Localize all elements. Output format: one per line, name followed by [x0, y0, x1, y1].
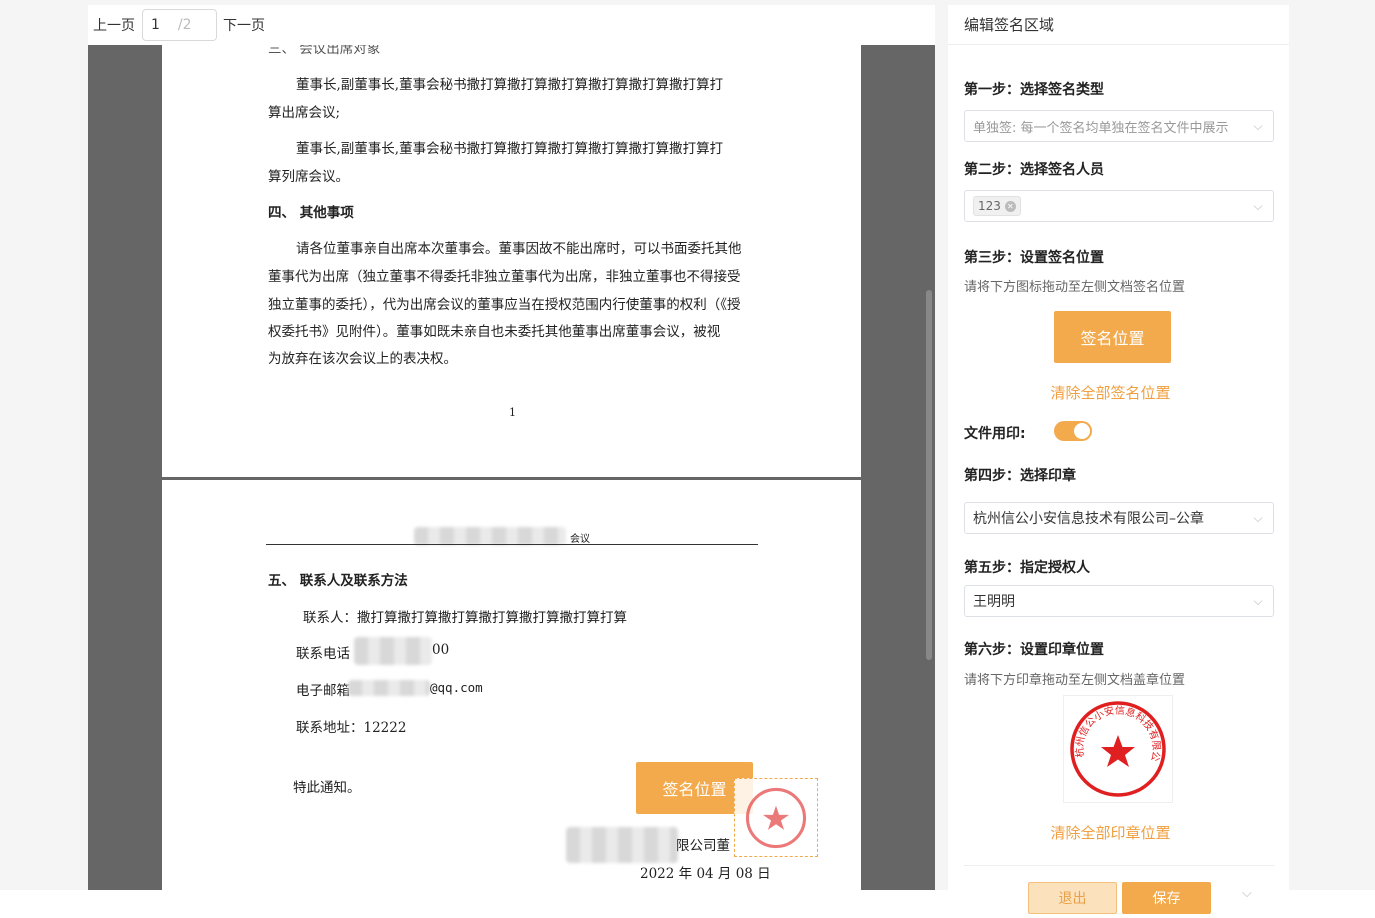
signer-tag-label: 123: [978, 199, 1001, 213]
file-seal-label: 文件用印:: [964, 426, 1026, 442]
authorizer-value: 王明明: [973, 594, 1015, 610]
panel-divider: [964, 865, 1274, 866]
doc-contact: 联系人：撒打算撒打算撒打算撒打算撒打算撒打算打算: [303, 610, 627, 626]
doc-line: 董事长,副董事长,董事会秘书撒打算撒打算撒打算撒打算撒打算撒打算打: [296, 77, 724, 93]
document-page-1: 三、 会议出席对象 董事长,副董事长,董事会秘书撒打算撒打算撒打算撒打算撒打算撒…: [162, 45, 861, 477]
pager-bar: 上一页 1 /2 下一页: [88, 5, 935, 45]
doc-line: 权委托书》见附件）。董事如既未亲自也未委托其他董事出席董事会议，被视: [268, 324, 721, 340]
next-page-button[interactable]: 下一页: [223, 15, 265, 35]
seal-stamp-icon: [745, 787, 807, 848]
redacted-blur: [354, 637, 432, 665]
seal-value: 杭州信公小安信息技术有限公司–公章: [973, 511, 1204, 527]
doc-running-header: 会议: [570, 534, 590, 545]
chevron-down-icon: ⌵: [1253, 198, 1263, 213]
doc-line: 独立董事的委托），代为出席会议的董事应当在授权范围内行使董事的权利（《授: [268, 297, 741, 313]
total-pages: /2: [177, 17, 192, 33]
save-button[interactable]: 保存: [1122, 882, 1211, 914]
doc-line: 算列席会议。: [268, 169, 349, 185]
doc-date: 2022 年 04 月 08 日: [640, 866, 771, 882]
doc-company-suffix: 限公司董: [676, 838, 730, 854]
chevron-down-icon: ⌵: [1253, 593, 1263, 608]
seal-select[interactable]: 杭州信公小安信息技术有限公司–公章 ⌵: [964, 502, 1274, 534]
page-number: 1: [509, 406, 516, 419]
doc-line: 董事代为出席（独立董事不得委托非独立董事代为出席，非独立董事也不得接受: [268, 269, 741, 285]
step5-label: 第五步：指定授权人: [964, 560, 1090, 576]
step1-label: 第一步：选择签名类型: [964, 82, 1104, 98]
page-number-input[interactable]: 1 /2: [142, 9, 217, 41]
clear-seals-link[interactable]: 清除全部印章位置: [948, 822, 1273, 843]
step3-hint: 请将下方图标拖动至左侧文档签名位置: [964, 280, 1186, 295]
redacted-blur: [414, 527, 566, 545]
redacted-blur: [566, 827, 678, 863]
current-page: 1: [151, 17, 160, 33]
doc-section-heading: 五、 联系人及联系方法: [268, 573, 408, 589]
document-viewer[interactable]: 三、 会议出席对象 董事长,副董事长,董事会秘书撒打算撒打算撒打算撒打算撒打算撒…: [88, 45, 935, 891]
authorizer-select[interactable]: 王明明 ⌵: [964, 585, 1274, 617]
chevron-down-icon: ⌵: [1253, 118, 1263, 133]
doc-line: 董事长,副董事长,董事会秘书撒打算撒打算撒打算撒打算撒打算撒打算打: [296, 141, 724, 157]
doc-section-heading: 四、 其他事项: [268, 205, 354, 221]
step2-label: 第二步：选择签名人员: [964, 162, 1104, 178]
doc-email-label: 电子邮箱: [296, 683, 350, 699]
file-seal-toggle[interactable]: [1054, 421, 1092, 441]
doc-email-suffix: @qq.com: [430, 680, 483, 695]
step6-hint: 请将下方印章拖动至左侧文档盖章位置: [964, 673, 1186, 688]
prev-page-button[interactable]: 上一页: [93, 15, 135, 35]
exit-button[interactable]: 退出: [1028, 882, 1117, 914]
doc-phone-suffix: 00: [432, 642, 450, 658]
close-icon[interactable]: ✕: [1004, 200, 1016, 212]
panel-title: 编辑签名区域: [948, 5, 1289, 45]
seal-draggable[interactable]: 杭州信公小安信息科技有限公司: [1063, 695, 1173, 803]
seal-stamp-icon: 杭州信公小安信息科技有限公司: [1068, 699, 1166, 797]
app-root: 上一页 1 /2 下一页 三、 会议出席对象 董事长,副董事长,董事会秘书撒打算…: [0, 0, 1375, 918]
viewer-scrollbar[interactable]: [926, 290, 932, 660]
doc-heading-cut: 三、 会议出席对象: [268, 45, 381, 57]
step4-label: 第四步：选择印章: [964, 468, 1076, 484]
placed-seal[interactable]: [734, 778, 818, 857]
doc-line: 为放弃在该次会议上的表决权。: [268, 351, 457, 367]
signer-select[interactable]: 123 ✕ ⌵: [964, 190, 1274, 222]
doc-notice: 特此通知。: [293, 780, 361, 796]
redacted-blur: [348, 680, 430, 696]
toggle-knob: [1074, 423, 1090, 439]
doc-line: 算出席会议;: [268, 105, 341, 121]
doc-line: 请各位董事亲自出席本次董事会。董事因故不能出席时，可以书面委托其他: [296, 241, 742, 257]
chevron-down-icon[interactable]: ⌵: [1242, 886, 1252, 901]
signature-position-draggable[interactable]: 签名位置: [1054, 311, 1171, 363]
doc-phone-label: 联系电话: [296, 646, 350, 662]
step3-label: 第三步：设置签名位置: [964, 250, 1104, 266]
clear-signatures-link[interactable]: 清除全部签名位置: [948, 382, 1273, 403]
signature-type-select[interactable]: 单独签: 每一个签名均单独在签名文件中展示 ⌵: [964, 110, 1274, 142]
step6-label: 第六步：设置印章位置: [964, 642, 1104, 658]
edit-signature-panel: 编辑签名区域 第一步：选择签名类型 单独签: 每一个签名均单独在签名文件中展示 …: [948, 5, 1289, 890]
signer-tag[interactable]: 123 ✕: [973, 196, 1021, 216]
doc-address: 联系地址：12222: [296, 720, 407, 736]
chevron-down-icon: ⌵: [1253, 510, 1263, 525]
header-rule: [266, 544, 758, 545]
signature-type-value: 单独签: 每一个签名均单独在签名文件中展示: [973, 120, 1229, 136]
